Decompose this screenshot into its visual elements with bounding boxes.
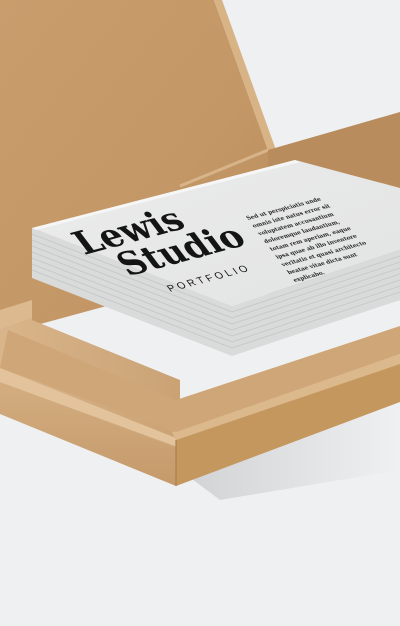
business-card-box-scene: Lewis Studio PORTFOLIO Sed ut perspiciat… — [0, 0, 400, 626]
